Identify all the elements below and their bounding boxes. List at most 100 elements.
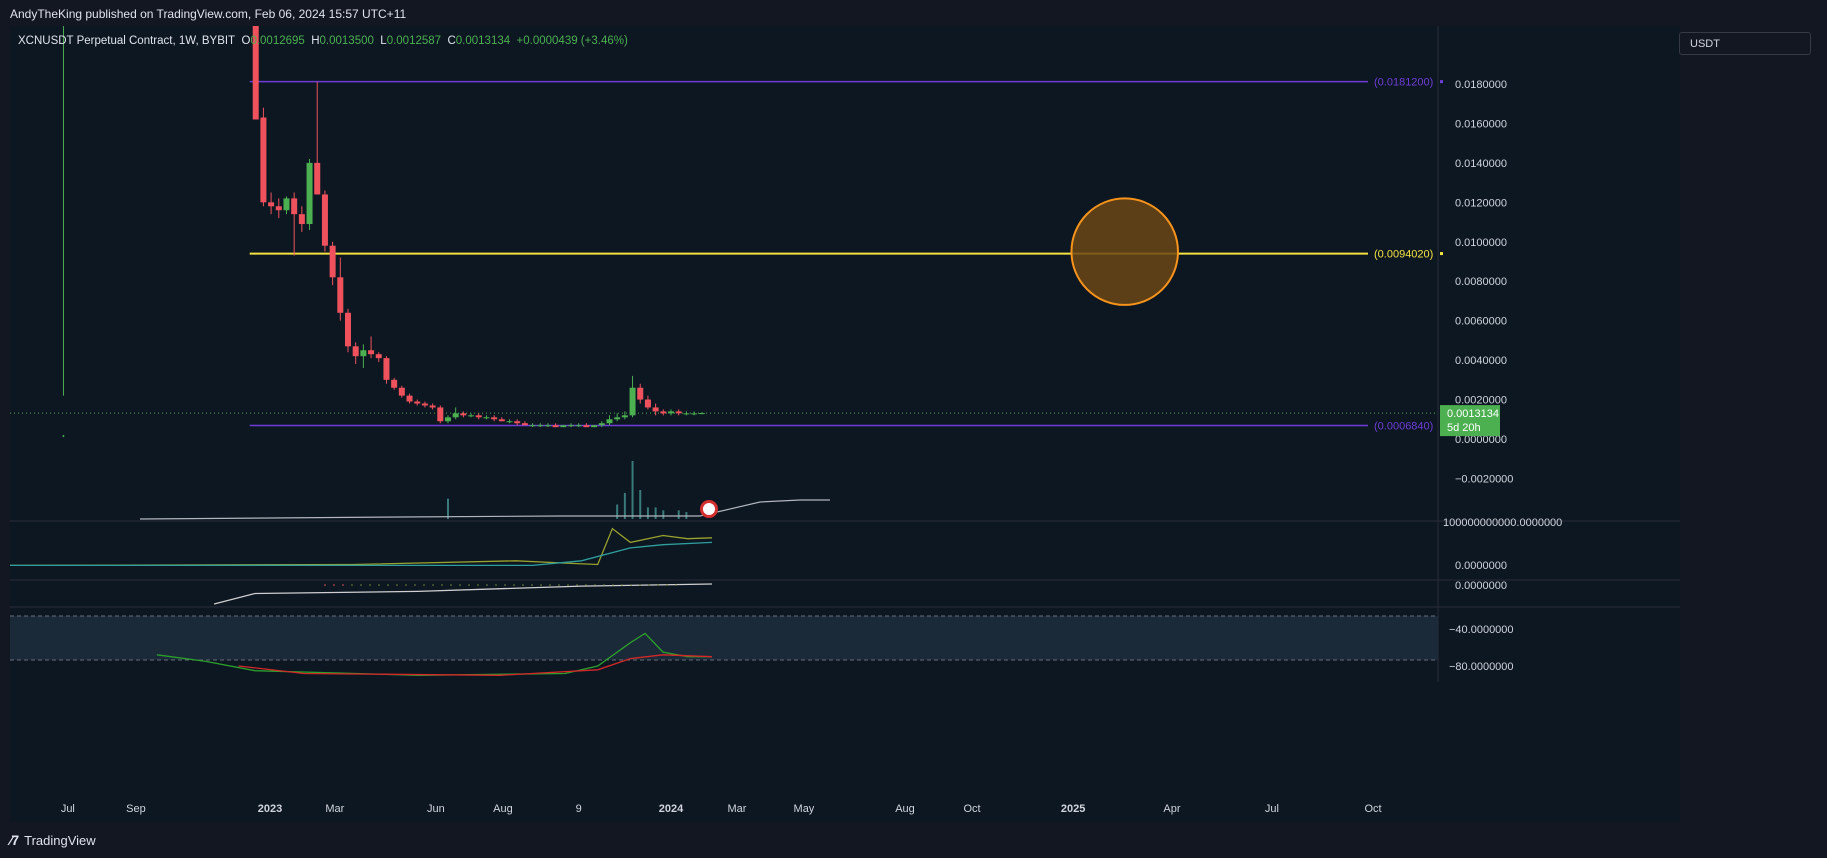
indicator-dot bbox=[468, 584, 470, 586]
candle-body bbox=[391, 379, 398, 388]
indicator-dot bbox=[594, 584, 596, 586]
volume-bar bbox=[631, 461, 634, 519]
x-tick-label: May bbox=[794, 803, 815, 815]
indicator-dot bbox=[558, 584, 560, 586]
last-price-value: 0.0013134 bbox=[1447, 408, 1499, 420]
y-tick-label: 0.0080000 bbox=[1455, 276, 1507, 288]
indicator-dot bbox=[612, 584, 614, 586]
candle-body bbox=[598, 423, 605, 426]
candle-body bbox=[268, 202, 275, 207]
candle-body bbox=[629, 387, 636, 416]
candle-body bbox=[544, 425, 551, 427]
candle-body bbox=[591, 425, 598, 428]
indicator-dot bbox=[477, 584, 479, 586]
indicator-dot bbox=[648, 584, 650, 586]
y-tick-label: 0.0060000 bbox=[1455, 316, 1507, 328]
volume-bar bbox=[446, 498, 449, 519]
indicator-dot bbox=[666, 584, 668, 586]
volume-axis-label: 100000000000.0000000 bbox=[1443, 517, 1562, 529]
indicator-dot bbox=[639, 584, 641, 586]
indicator-3-axis-label: −80.0000000 bbox=[1449, 661, 1514, 673]
symbol-name: XCNUSDT Perpetual Contract, 1W, BYBIT bbox=[18, 35, 236, 47]
indicator-line bbox=[213, 583, 713, 605]
level-marker bbox=[1440, 252, 1443, 256]
candle-body bbox=[291, 198, 298, 215]
x-tick-label: Mar bbox=[727, 803, 746, 815]
tradingview-brand[interactable]: ⁄7 TradingView bbox=[10, 832, 96, 848]
volume-ma-line bbox=[139, 499, 830, 520]
horizontal-level-label: (0.0006840) bbox=[1374, 421, 1433, 433]
high-value: 0.0013500 bbox=[319, 35, 374, 47]
brand-text: TradingView bbox=[24, 832, 96, 848]
indicator-line bbox=[10, 541, 713, 567]
candle-body bbox=[329, 245, 336, 278]
candle-body bbox=[498, 419, 505, 422]
low-value: 0.0012587 bbox=[386, 35, 442, 47]
candle-body bbox=[568, 425, 575, 427]
indicator-dot bbox=[630, 584, 632, 586]
chart-svg[interactable]: (0.0181200) (0.0094020) (0.0006840) 0.0180… bbox=[0, 0, 1827, 858]
x-tick-label: 2025 bbox=[1061, 803, 1085, 815]
indicator-dot bbox=[513, 584, 515, 586]
tradingview-logo-icon: ⁄7 bbox=[10, 832, 19, 848]
indicator-1-axis-label: 0.0000000 bbox=[1455, 560, 1507, 572]
indicator-dot bbox=[459, 584, 461, 586]
candle-body bbox=[314, 162, 321, 195]
candle-body bbox=[583, 425, 590, 428]
indicator-dot bbox=[324, 584, 326, 586]
x-tick-label: Aug bbox=[493, 803, 513, 815]
x-tick-label: Mar bbox=[325, 803, 344, 815]
indicator-line bbox=[9, 527, 713, 567]
indicator-dot bbox=[504, 584, 506, 586]
candle-body bbox=[352, 346, 359, 357]
indicator-dot bbox=[396, 584, 398, 586]
indicator-dot bbox=[441, 584, 443, 586]
candle-body bbox=[468, 415, 475, 417]
candle-body bbox=[375, 354, 382, 359]
candle-body bbox=[691, 413, 698, 415]
indicator-dot bbox=[531, 584, 533, 586]
indicator-dot bbox=[351, 584, 353, 586]
indicator-dot bbox=[333, 584, 335, 586]
close-value: 0.0013134 bbox=[455, 35, 511, 47]
candle-body bbox=[452, 413, 459, 418]
volume-bar bbox=[616, 504, 619, 519]
change-value: +0.0000439 (+3.46%) bbox=[516, 35, 628, 47]
x-tick-label: Apr bbox=[1163, 803, 1180, 815]
candle-body bbox=[429, 405, 436, 408]
candle-body bbox=[575, 425, 582, 427]
volume-bar bbox=[654, 507, 657, 519]
candle-body bbox=[621, 415, 628, 418]
currency-select[interactable]: USDT bbox=[1679, 32, 1811, 55]
candle-body bbox=[306, 162, 313, 225]
close-label: C bbox=[447, 35, 456, 47]
indicator-dot bbox=[486, 584, 488, 586]
horizontal-level-label: (0.0094020) bbox=[1374, 249, 1433, 261]
indicator-3-axis-label: −40.0000000 bbox=[1449, 624, 1514, 636]
x-tick-label: Oct bbox=[1364, 803, 1381, 815]
indicator-dot bbox=[423, 584, 425, 586]
candle-body bbox=[514, 421, 521, 424]
symbol-info: XCNUSDT Perpetual Contract, 1W, BYBIT O0… bbox=[18, 35, 628, 47]
y-tick-label: 0.0120000 bbox=[1455, 197, 1507, 209]
candle-body bbox=[637, 387, 644, 400]
candle-body bbox=[475, 415, 482, 418]
indicator-dot bbox=[567, 584, 569, 586]
x-tick-label: Jul bbox=[1265, 803, 1279, 815]
y-tick-label: 0.0180000 bbox=[1455, 79, 1507, 91]
y-tick-label: 0.0020000 bbox=[1455, 395, 1507, 407]
candle-body bbox=[398, 387, 405, 396]
indicator-dot bbox=[360, 584, 362, 586]
indicator-dot bbox=[585, 584, 587, 586]
indicator-dot bbox=[576, 584, 578, 586]
candle-body bbox=[283, 198, 290, 211]
candle-body bbox=[337, 277, 344, 313]
indicator-dot bbox=[549, 584, 551, 586]
candle-body bbox=[614, 417, 621, 420]
y-tick-label: −0.0020000 bbox=[1455, 473, 1513, 485]
level-marker bbox=[1440, 80, 1443, 84]
indicator-dot bbox=[405, 584, 407, 586]
y-tick-label: 0.0160000 bbox=[1455, 118, 1507, 130]
indicator-dot bbox=[495, 584, 497, 586]
indicator-dot bbox=[450, 584, 452, 586]
